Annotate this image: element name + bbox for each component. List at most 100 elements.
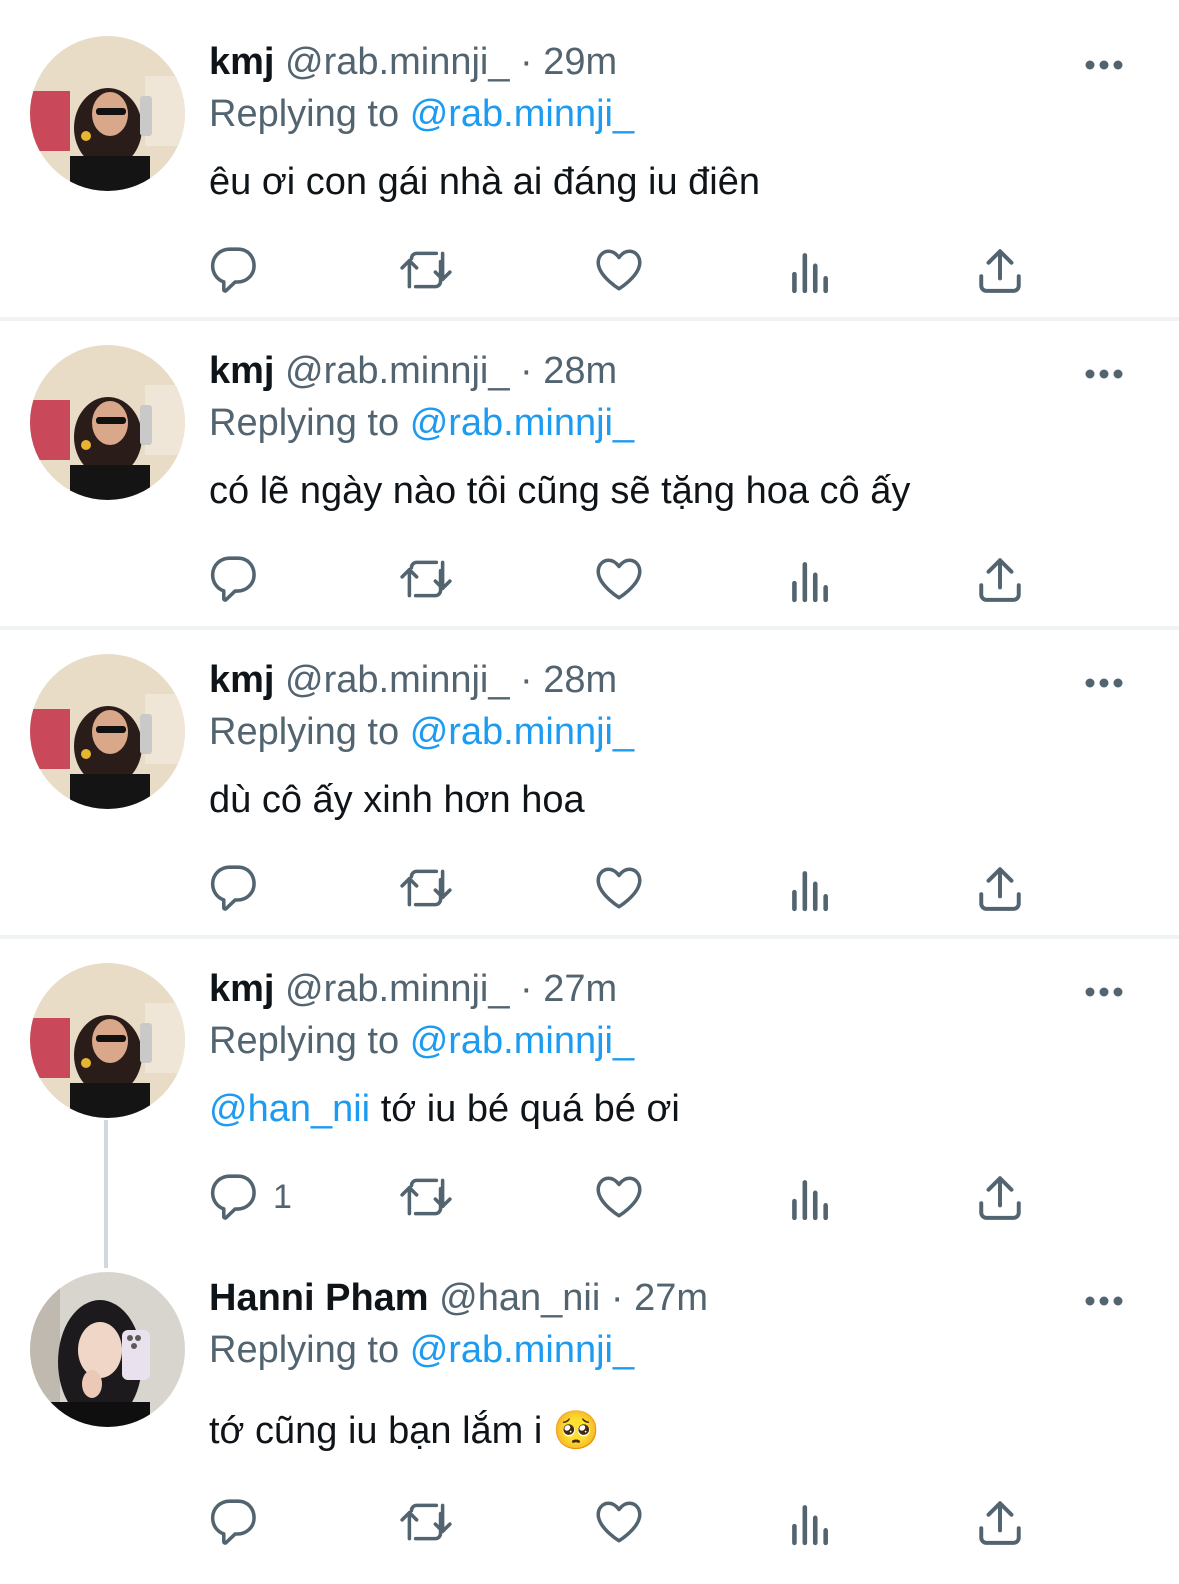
replying-to-label: Replying to — [209, 711, 400, 753]
tweet-text: êu ơi con gái nhà ai đáng iu điên — [209, 157, 760, 207]
retweet-button[interactable] — [399, 1171, 453, 1223]
share-icon — [979, 1501, 1021, 1545]
separator-dot: · — [520, 41, 533, 83]
tweet[interactable]: kmj @rab.minnji_ · 27m Replying to @rab.… — [0, 927, 1179, 1245]
share-icon — [979, 867, 1021, 911]
replying-to-mention[interactable]: @rab.minnji_ — [410, 93, 634, 135]
display-name[interactable]: kmj — [209, 659, 274, 701]
user-handle[interactable]: @rab.minnji_ — [285, 41, 509, 83]
user-handle[interactable]: @rab.minnji_ — [285, 350, 509, 392]
reply-button[interactable] — [209, 1496, 259, 1548]
action-bar — [209, 862, 1049, 914]
tweet-text: tớ cũng iu bạn lắm i 🥺 — [209, 1406, 600, 1456]
tweet-text-content: tớ iu bé quá bé ơi — [370, 1088, 680, 1130]
timestamp[interactable]: 27m — [543, 968, 617, 1010]
more-icon[interactable] — [1085, 366, 1123, 379]
display-name[interactable]: kmj — [209, 968, 274, 1010]
reply-icon — [210, 1174, 256, 1220]
tweet-header: Hanni Pham @han_nii · 27m — [209, 1274, 708, 1322]
tweet[interactable]: kmj @rab.minnji_ · 28m Replying to @rab.… — [0, 618, 1179, 936]
share-icon — [979, 1176, 1021, 1220]
views-button[interactable] — [787, 244, 831, 296]
retweet-icon — [400, 1503, 452, 1541]
like-button[interactable] — [594, 1171, 644, 1223]
reply-button[interactable]: 1 — [209, 1171, 292, 1223]
more-icon[interactable] — [1085, 57, 1123, 70]
more-icon[interactable] — [1085, 675, 1123, 688]
heart-icon — [596, 249, 642, 291]
views-button[interactable] — [787, 862, 831, 914]
separator-dot: · — [520, 350, 533, 392]
share-icon — [979, 249, 1021, 293]
tweet-header: kmj @rab.minnji_ · 28m — [209, 347, 617, 395]
tweet[interactable]: kmj @rab.minnji_ · 28m Replying to @rab.… — [0, 309, 1179, 627]
retweet-icon — [400, 869, 452, 907]
like-button[interactable] — [594, 553, 644, 605]
tweet-text: dù cô ấy xinh hơn hoa — [209, 775, 585, 825]
reply-button[interactable] — [209, 244, 259, 296]
reply-button[interactable] — [209, 862, 259, 914]
views-icon — [792, 562, 828, 603]
timestamp[interactable]: 29m — [543, 41, 617, 83]
share-button[interactable] — [977, 1171, 1023, 1223]
share-button[interactable] — [977, 862, 1023, 914]
share-button[interactable] — [977, 1496, 1023, 1548]
avatar[interactable] — [30, 345, 185, 500]
retweet-icon — [400, 251, 452, 289]
share-button[interactable] — [977, 244, 1023, 296]
views-icon — [792, 253, 828, 294]
heart-icon — [596, 867, 642, 909]
like-button[interactable] — [594, 1496, 644, 1548]
retweet-button[interactable] — [399, 862, 453, 914]
reply-icon — [210, 247, 256, 293]
share-button[interactable] — [977, 553, 1023, 605]
retweet-button[interactable] — [399, 244, 453, 296]
tweet-text: có lẽ ngày nào tôi cũng sẽ tặng hoa cô ấ… — [209, 466, 910, 516]
timestamp[interactable]: 28m — [543, 350, 617, 392]
retweet-button[interactable] — [399, 553, 453, 605]
heart-icon — [596, 1176, 642, 1218]
like-button[interactable] — [594, 862, 644, 914]
heart-icon — [596, 558, 642, 600]
user-handle[interactable]: @rab.minnji_ — [285, 968, 509, 1010]
separator-dot: · — [610, 1277, 624, 1319]
retweet-button[interactable] — [399, 1496, 453, 1548]
display-name[interactable]: kmj — [209, 350, 274, 392]
tweet-text-content: dù cô ấy xinh hơn hoa — [209, 779, 585, 821]
action-bar — [209, 1496, 1049, 1548]
avatar[interactable] — [30, 36, 185, 191]
avatar[interactable] — [30, 963, 185, 1118]
replying-to-line: Replying to @rab.minnji_ — [209, 1326, 634, 1374]
replying-to-line: Replying to @rab.minnji_ — [209, 708, 634, 756]
views-button[interactable] — [787, 1496, 831, 1548]
tweet-text-mention[interactable]: @han_nii — [209, 1088, 370, 1130]
user-handle[interactable]: @han_nii — [439, 1277, 600, 1319]
timestamp[interactable]: 28m — [543, 659, 617, 701]
replying-to-mention[interactable]: @rab.minnji_ — [410, 711, 634, 753]
display-name[interactable]: Hanni Pham — [209, 1277, 429, 1319]
reply-count: 1 — [273, 1177, 292, 1216]
separator-dot: · — [520, 659, 533, 701]
views-button[interactable] — [787, 553, 831, 605]
reply-button[interactable] — [209, 553, 259, 605]
separator-dot: · — [520, 968, 533, 1010]
action-bar — [209, 553, 1049, 605]
tweet-header: kmj @rab.minnji_ · 27m — [209, 965, 617, 1013]
tweet[interactable]: Hanni Pham @han_nii · 27m Replying to @r… — [0, 1236, 1179, 1584]
views-icon — [792, 1505, 828, 1546]
like-button[interactable] — [594, 244, 644, 296]
replying-to-line: Replying to @rab.minnji_ — [209, 90, 634, 138]
timestamp[interactable]: 27m — [634, 1277, 708, 1319]
more-icon[interactable] — [1085, 984, 1123, 997]
share-icon — [979, 558, 1021, 602]
views-button[interactable] — [787, 1171, 831, 1223]
replying-to-mention[interactable]: @rab.minnji_ — [410, 1020, 634, 1062]
replying-to-mention[interactable]: @rab.minnji_ — [410, 402, 634, 444]
display-name[interactable]: kmj — [209, 41, 274, 83]
user-handle[interactable]: @rab.minnji_ — [285, 659, 509, 701]
tweet[interactable]: kmj @rab.minnji_ · 29m Replying to @rab.… — [0, 0, 1179, 318]
more-icon[interactable] — [1085, 1293, 1123, 1306]
avatar[interactable] — [30, 1272, 185, 1427]
avatar[interactable] — [30, 654, 185, 809]
replying-to-mention[interactable]: @rab.minnji_ — [410, 1329, 634, 1371]
